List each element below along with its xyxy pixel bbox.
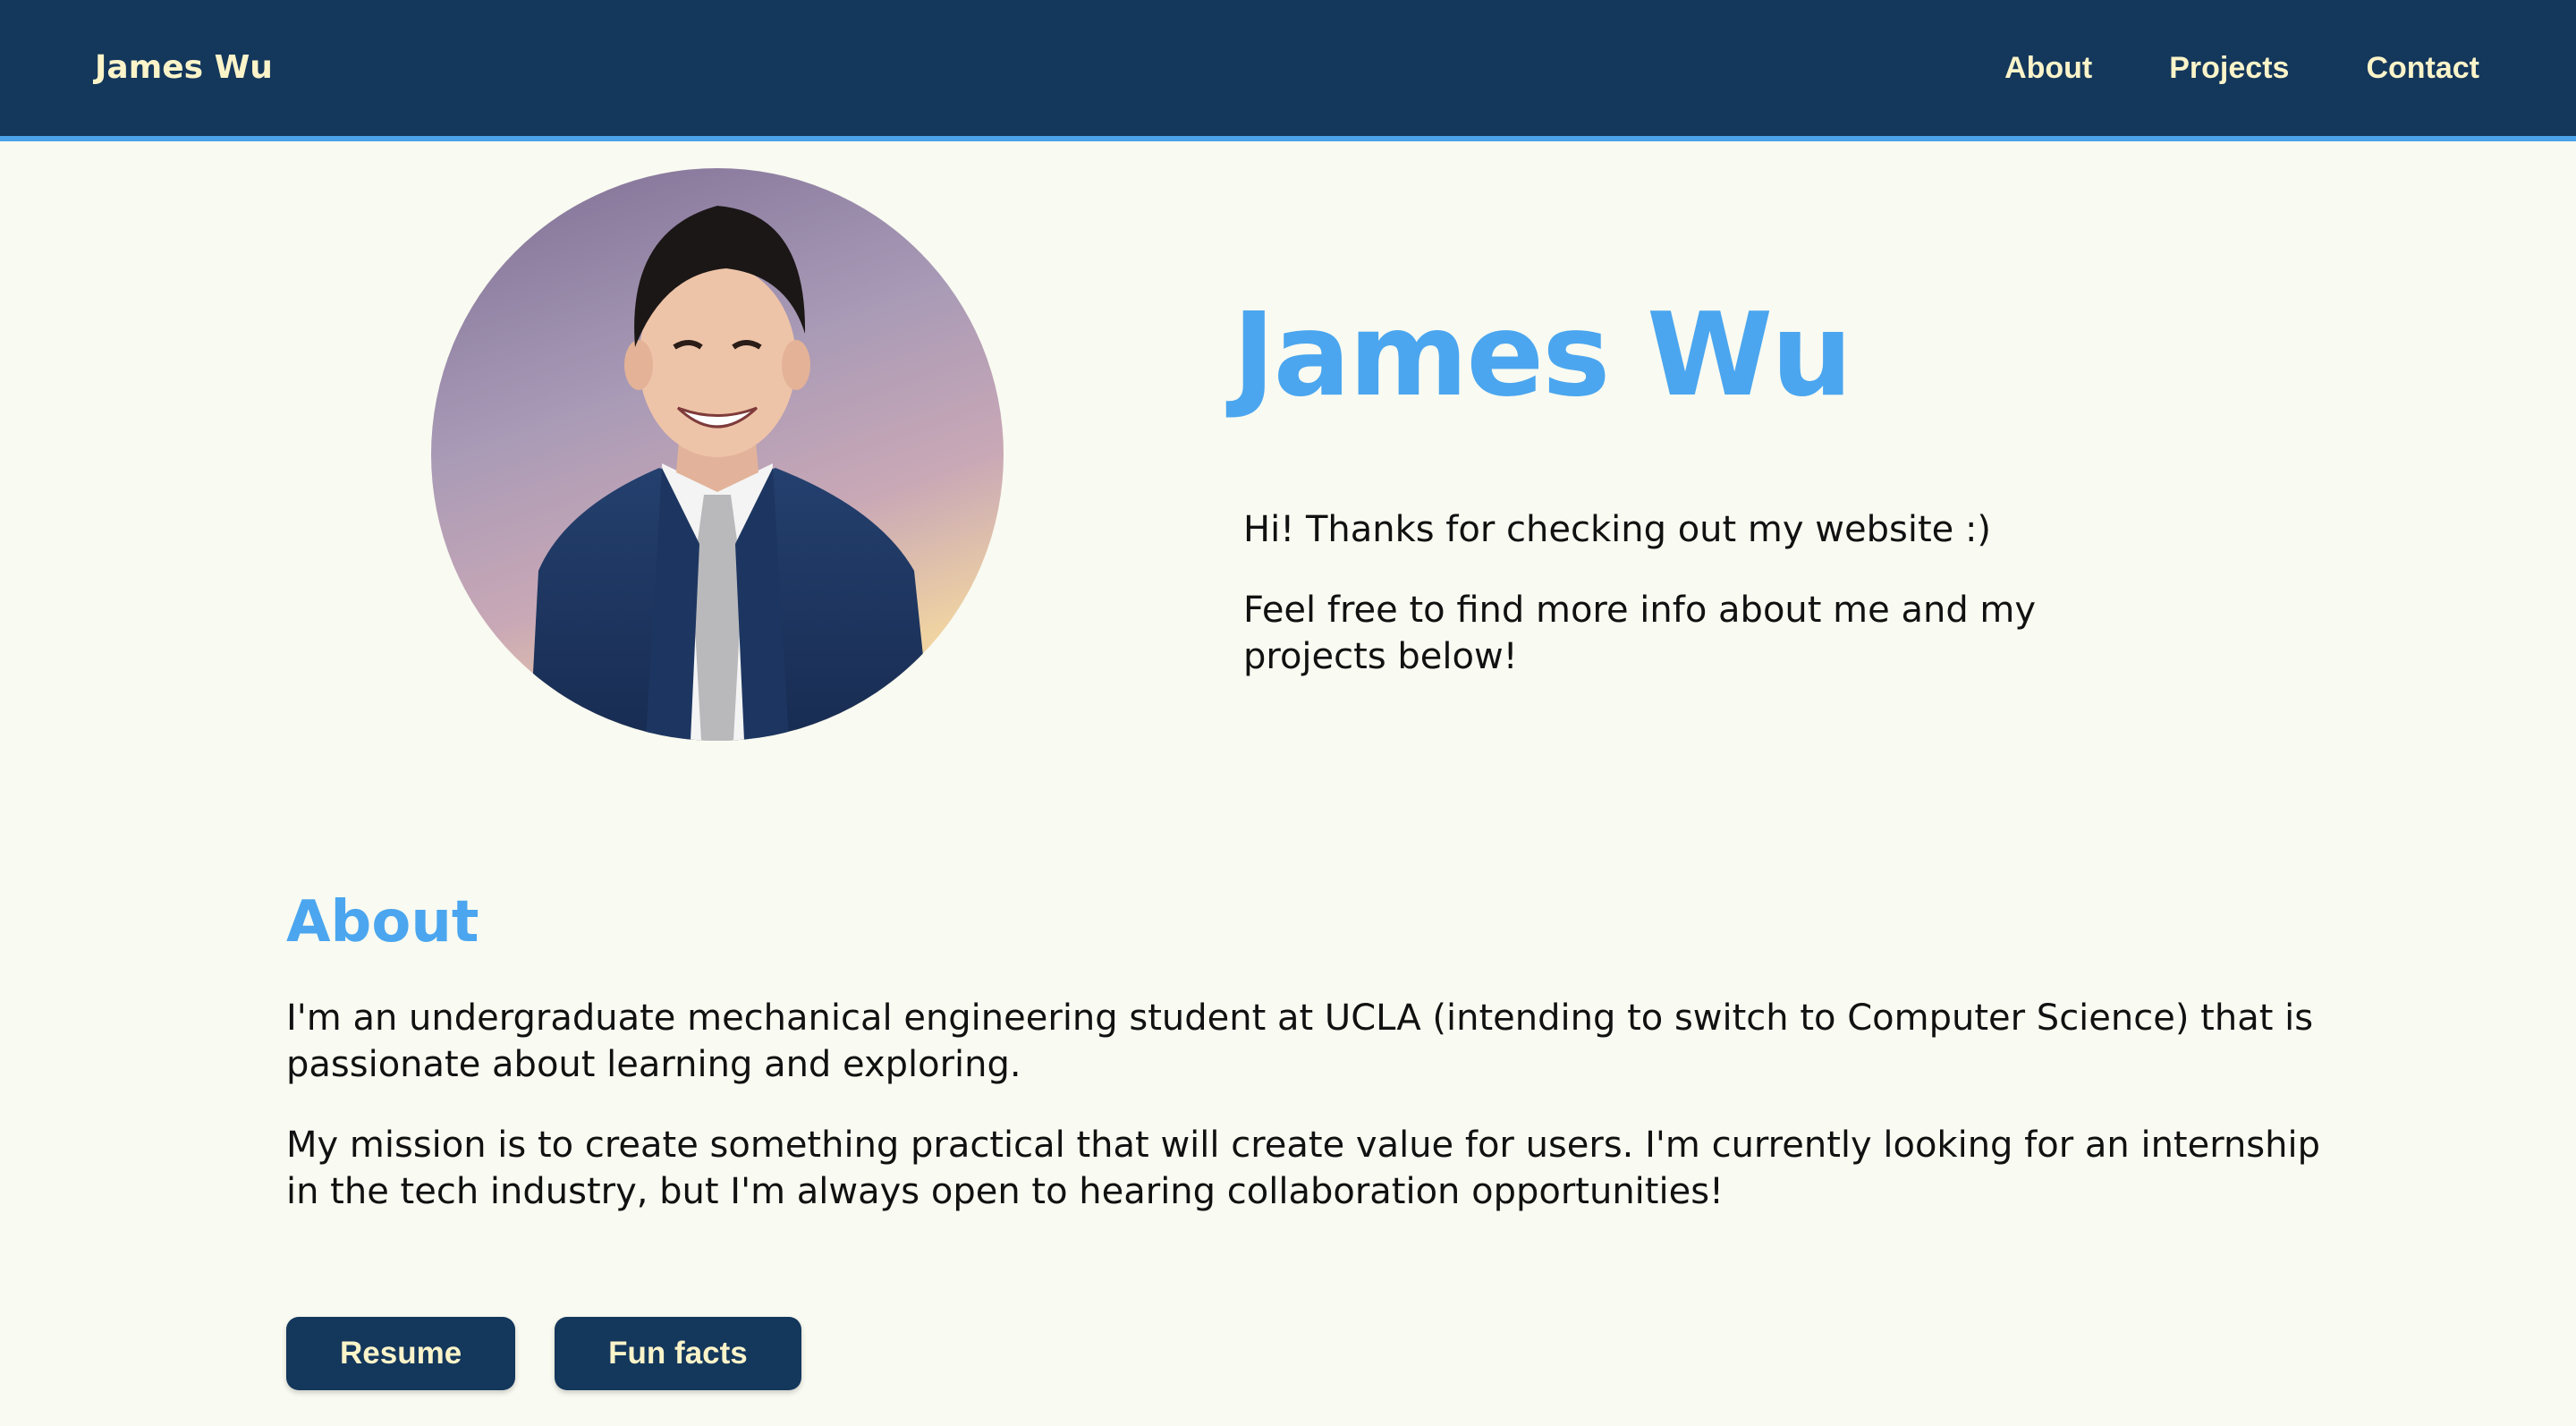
navbar: James Wu About Projects Contact (0, 0, 2576, 141)
profile-photo-image (431, 168, 1004, 741)
nav-link-about[interactable]: About (2004, 47, 2092, 89)
about-paragraph: I'm an undergraduate mechanical engineer… (286, 997, 2314, 1085)
brand-link[interactable]: James Wu (95, 47, 273, 89)
profile-photo (431, 168, 1004, 741)
hero-greeting: Hi! Thanks for checking out my website :… (1243, 509, 1992, 550)
nav-link-projects[interactable]: Projects (2169, 47, 2289, 89)
about-heading: About (286, 889, 479, 955)
nav-links: About Projects Contact (2004, 47, 2479, 89)
mission-paragraph: My mission is to create something practi… (286, 1125, 2321, 1212)
hero-invite: Feel free to find more info about me and… (1243, 590, 2037, 677)
resume-button[interactable]: Resume (286, 1317, 516, 1390)
action-buttons: Resume Fun facts (286, 1317, 801, 1390)
nav-link-contact[interactable]: Contact (2366, 47, 2479, 89)
fun-facts-button[interactable]: Fun facts (555, 1317, 801, 1390)
hero-title: James Wu (1233, 289, 1852, 422)
about-section: About I'm an undergraduate mechanical en… (286, 886, 2326, 1249)
hero-intro: Hi! Thanks for checking out my website :… (1243, 506, 2048, 714)
